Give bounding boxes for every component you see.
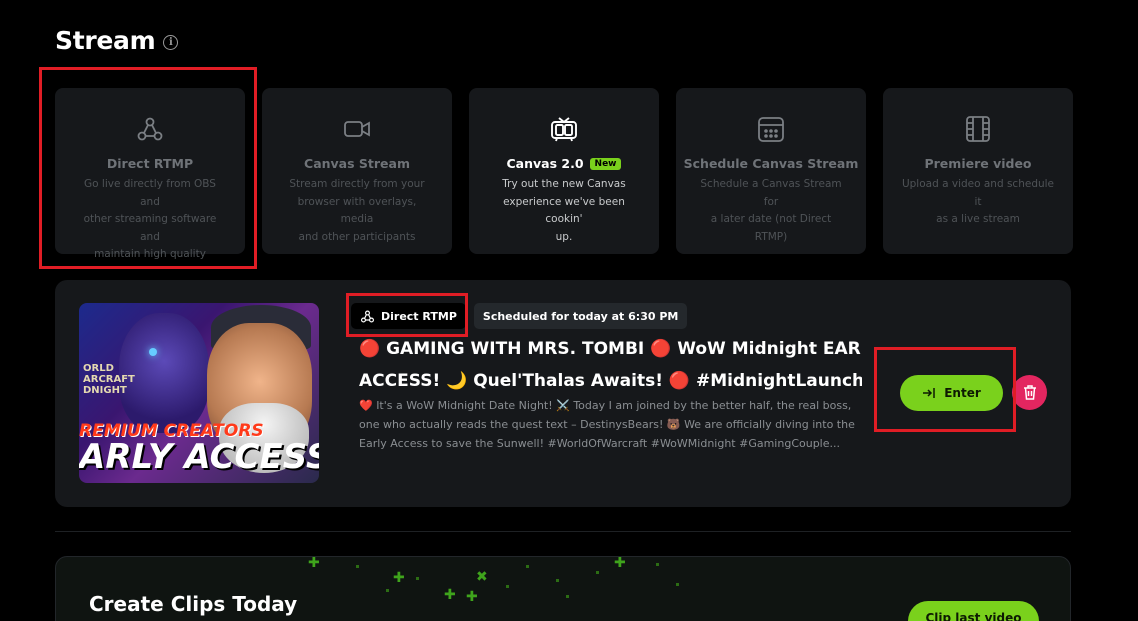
card-direct-rtmp[interactable]: Direct RTMP Go live directly from OBS an… [55,88,245,260]
rtmp-icon [55,114,245,144]
type-tag: Direct RTMP [351,303,466,329]
card-title: Direct RTMP [106,156,194,171]
card-desc: Stream directly from your browser with ov… [289,178,425,243]
event-title-line-2: ACCESS! 🌙 Quel'Thalas Awaits! 🔴 #Midnigh… [359,371,862,391]
event-tags: Direct RTMP Scheduled for today at 6:30 … [351,303,688,329]
thumbnail-logo-text: ORLD ARCRAFT DNIGHT [83,363,135,396]
card-premiere-video[interactable]: Premiere video Upload a video and schedu… [883,88,1073,254]
card-desc: Try out the new Canvas experience we've b… [502,178,626,243]
card-desc: Schedule a Canvas Stream for a later date… [700,178,842,243]
event-description: ❤️ It's a WoW Midnight Date Night! ⚔️ To… [359,399,855,450]
section-divider [55,531,1071,532]
clip-last-video-button[interactable]: Clip last video [908,601,1039,621]
card-canvas-stream[interactable]: Canvas Stream Stream directly from your b… [262,88,452,254]
card-desc: Go live directly from OBS and other strea… [83,178,217,260]
event-title-line-1: 🔴 GAMING WITH MRS. TOMBI 🔴 WoW Midnight … [359,339,862,359]
delete-button[interactable] [1012,375,1047,410]
enter-button[interactable]: Enter [900,375,1003,411]
info-icon[interactable]: i [163,35,179,50]
event-thumbnail[interactable]: ORLD ARCRAFT DNIGHT REMIUM CREATORS ARLY A… [79,303,319,483]
card-desc: Upload a video and schedule it as a live … [901,178,1055,225]
film-icon [883,114,1073,144]
create-clips-banner: ✚ ✚ ✚ ✖ ✚ ✚ Create Clips Today Clip last… [55,556,1071,621]
schedule-tag: Scheduled for today at 6:30 PM [473,303,688,329]
card-title: Schedule Canvas Stream [683,156,859,171]
enter-arrow-icon [923,388,935,398]
calendar-icon [676,114,866,144]
trash-icon [1023,385,1036,400]
card-title: Canvas Stream [304,156,410,171]
page-title: Stream [55,26,156,55]
card-title: Canvas 2.0 New [469,156,659,171]
video-camera-icon [262,114,452,144]
page-header: Stream i [55,26,179,55]
scheduled-event-card: ORLD ARCRAFT DNIGHT REMIUM CREATORS ARLY A… [55,280,1071,507]
new-badge: New [589,158,622,170]
rtmp-icon [361,309,375,323]
card-canvas-2[interactable]: Canvas 2.0 New Try out the new Canvas expe… [469,88,659,254]
clips-title: Create Clips Today [89,592,298,616]
card-schedule-canvas[interactable]: Schedule Canvas Stream Schedule a Canvas… [676,88,866,254]
card-title: Premiere video [924,156,1032,171]
tv-icon [469,114,659,144]
thumbnail-banner-2: ARLY ACCESS [79,437,319,477]
stream-type-cards: Direct RTMP Go live directly from OBS an… [55,88,1073,260]
